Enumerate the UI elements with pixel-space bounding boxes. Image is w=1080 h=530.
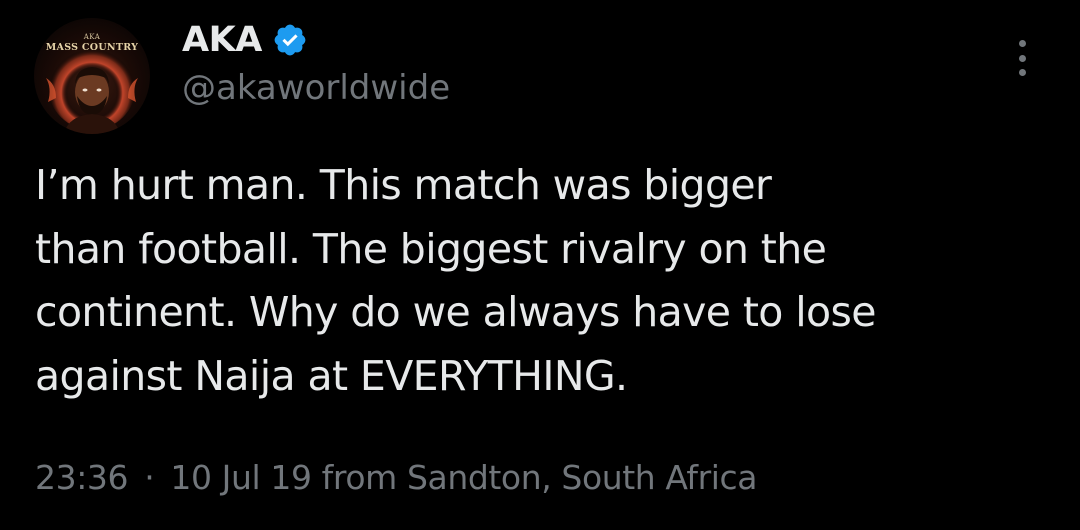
author-handle[interactable]: @akaworldwide: [182, 68, 450, 108]
more-dot: [1018, 54, 1026, 62]
tweet-text: I’m hurt man. This match was bigger than…: [35, 161, 876, 400]
more-options-icon[interactable]: [1004, 38, 1040, 78]
more-dot: [1018, 69, 1026, 76]
tweet-time[interactable]: 23:36: [35, 458, 129, 497]
tweet-metadata: 23:36 · 10 Jul 19 from Sandton, South Af…: [35, 458, 758, 497]
verified-badge-icon: [272, 22, 308, 58]
author-name-row[interactable]: AKA: [182, 16, 308, 64]
meta-separator: ·: [144, 458, 155, 497]
avatar-label-main: MASS COUNTRY: [45, 42, 139, 53]
tweet-date[interactable]: 10 Jul 19: [170, 458, 312, 497]
tweet-location: from Sandton, South Africa: [321, 458, 758, 497]
more-dot: [1018, 40, 1026, 47]
author-display-name[interactable]: AKA: [182, 20, 262, 60]
tweet-card: AKA MASS COUNTRY AKA @akaworldwide I’m h…: [0, 0, 1080, 530]
avatar-label-top: AKA: [83, 33, 101, 41]
author-avatar[interactable]: AKA MASS COUNTRY: [34, 18, 150, 134]
